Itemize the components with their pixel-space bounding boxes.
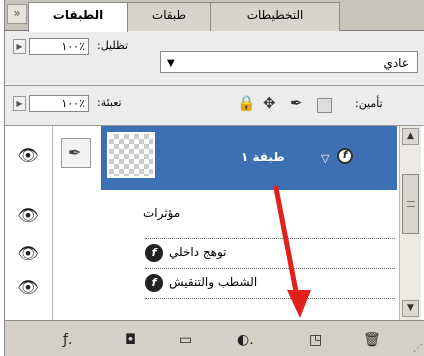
blend-mode-select[interactable]: ▼ عادي — [160, 51, 418, 73]
layer-row-selected[interactable]: طبقة ١ ▽ f — [101, 126, 397, 190]
tab-channels[interactable]: طبقات — [127, 2, 211, 31]
layer-name: طبقة ١ — [241, 150, 285, 164]
layer-link-cell[interactable]: ✒ — [61, 138, 91, 168]
lock-label: تأمين: — [355, 97, 383, 110]
add-mask-button[interactable]: ◘ — [125, 329, 136, 351]
fill-label: تعبئة: — [97, 96, 122, 109]
scroll-down-button[interactable]: ▼ — [402, 300, 419, 317]
opacity-label: تظليل: — [97, 39, 129, 52]
move-icon[interactable]: ✥ — [263, 95, 276, 111]
layer-thumbnail — [107, 132, 155, 178]
collapse-panel-button[interactable]: » — [7, 4, 27, 24]
eye-icon[interactable]: 👁 — [13, 244, 43, 268]
visibility-column: 👁 👁 👁 👁 — [5, 126, 53, 320]
tab-layers[interactable]: الطبقات — [28, 2, 128, 32]
opacity-stepper[interactable]: ▶ — [13, 39, 26, 54]
new-layer-button[interactable]: ◳ — [309, 329, 322, 351]
lock-icon[interactable]: 🔒 — [237, 95, 256, 111]
brush-icon: ✒ — [68, 143, 82, 162]
eye-icon[interactable]: 👁 — [13, 278, 43, 302]
eye-icon[interactable]: 👁 — [13, 146, 43, 170]
layers-list: 👁 👁 👁 👁 ✒ طبقة ١ ▽ f مؤثرات f توهج داخلي… — [5, 126, 424, 320]
effect-row-bevel-emboss[interactable]: f الشطب والتنقيش — [145, 268, 395, 296]
blend-mode-value: عادي — [383, 56, 409, 70]
eye-icon[interactable]: 👁 — [13, 206, 43, 230]
effect-name: الشطب والتنقيش — [169, 275, 258, 289]
adjustment-layer-button[interactable]: ◐. — [237, 329, 254, 351]
fill-lock-row: ▶ ١٠٠٪ تعبئة: 🔒 ✥ ✒ تأمين: — [5, 86, 424, 126]
add-layer-style-button[interactable]: ƒ. — [63, 329, 72, 351]
effects-heading: مؤثرات — [143, 206, 181, 220]
effect-name: توهج داخلي — [169, 245, 227, 259]
blend-opacity-row: ▶ ١٠٠٪ تظليل: ▼ عادي — [5, 31, 424, 86]
resize-grip-icon[interactable]: ⋰ — [413, 343, 423, 354]
effect-row-cut — [145, 298, 395, 320]
scroll-up-button[interactable]: ▲ — [402, 128, 419, 145]
fx-icon: f — [145, 274, 163, 292]
trash-icon[interactable]: 🗑 — [363, 329, 381, 351]
chevron-down-icon: ▼ — [167, 58, 175, 69]
panel-tab-strip: » التخطيطات طبقات الطبقات — [5, 0, 424, 32]
expand-effects-triangle-icon[interactable]: ▽ — [321, 152, 329, 165]
fx-icon: f — [145, 244, 163, 262]
lock-transparency-checkbox[interactable] — [317, 98, 332, 113]
effect-row-inner-glow[interactable]: f توهج داخلي — [145, 238, 395, 266]
layers-panel: » التخطيطات طبقات الطبقات ▶ ١٠٠٪ تظليل: … — [4, 0, 424, 356]
brush-icon[interactable]: ✒ — [290, 95, 303, 111]
fill-field[interactable]: ١٠٠٪ — [29, 95, 89, 112]
layers-scrollbar[interactable]: ▲ ▼ — [399, 126, 421, 320]
scroll-thumb[interactable] — [402, 174, 419, 234]
layers-bottom-toolbar: ƒ. ◘ ▭ ◐. ◳ 🗑 ⋰ — [5, 320, 424, 356]
fx-icon: f — [337, 148, 353, 164]
opacity-field[interactable]: ١٠٠٪ — [29, 38, 89, 55]
fill-stepper[interactable]: ▶ — [13, 96, 26, 111]
tab-paths[interactable]: التخطيطات — [210, 2, 340, 31]
new-group-button[interactable]: ▭ — [179, 329, 192, 351]
